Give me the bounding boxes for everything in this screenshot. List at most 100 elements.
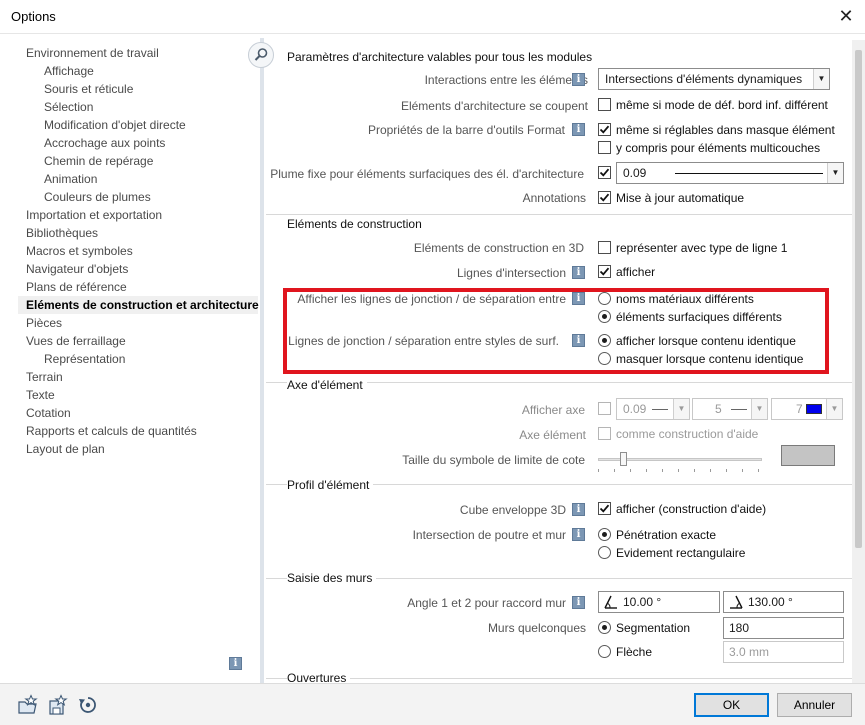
tree-item[interactable]: Souris et réticule xyxy=(18,80,258,98)
tree-item[interactable]: Texte xyxy=(18,386,258,404)
settings-panel: Paramètres d'architecture valables pour … xyxy=(266,40,852,683)
favorites-save-button[interactable] xyxy=(47,694,69,716)
el3d-label: Eléments de construction en 3D xyxy=(413,241,584,255)
options-tree: Environnement de travail Affichage Souris … xyxy=(18,44,259,674)
tree-item[interactable]: Représentation xyxy=(18,350,258,368)
info-icon[interactable]: i xyxy=(572,292,585,305)
pen-checkbox[interactable] xyxy=(598,166,611,179)
toolbar-checkbox-2[interactable] xyxy=(598,141,611,154)
tree-item[interactable]: Environnement de travail xyxy=(18,44,258,62)
beam-radio-2[interactable] xyxy=(598,546,611,559)
axis-pen-dropdown[interactable]: 0.09 ▼ xyxy=(616,398,690,420)
info-icon[interactable]: i xyxy=(572,528,585,541)
close-icon[interactable]: ✕ xyxy=(833,4,859,28)
size-color-swatch[interactable] xyxy=(781,445,835,466)
tree-item[interactable]: Pièces xyxy=(18,314,258,332)
axis-color-dropdown[interactable]: 7 ▼ xyxy=(771,398,843,420)
angle-icon xyxy=(730,595,743,609)
pen-value: 0.09 xyxy=(623,166,647,180)
segmentation-input[interactable]: 180 xyxy=(723,617,844,639)
section-header-openings: Ouvertures xyxy=(287,671,351,683)
reset-button[interactable] xyxy=(77,694,99,716)
info-icon[interactable]: i xyxy=(572,266,585,279)
angle-2-input[interactable]: 130.00 ° xyxy=(723,591,844,613)
ok-button[interactable]: OK xyxy=(694,693,769,717)
tree-item[interactable]: Macros et symboles xyxy=(18,242,258,260)
info-icon[interactable]: i xyxy=(572,334,585,347)
tree-item[interactable]: Modification d'objet directe xyxy=(18,116,258,134)
arrow-input[interactable]: 3.0 mm xyxy=(723,641,844,663)
pane-splitter[interactable] xyxy=(260,38,264,683)
chevron-down-icon: ▼ xyxy=(827,163,843,183)
tree-item[interactable]: Navigateur d'objets xyxy=(18,260,258,278)
tree-item[interactable]: Sélection xyxy=(18,98,258,116)
tree-item[interactable]: Plans de référence xyxy=(18,278,258,296)
angle-1-input[interactable]: 10.00 ° xyxy=(598,591,720,613)
panel-scrollbar[interactable] xyxy=(852,40,865,683)
toolbar-checkbox-1[interactable] xyxy=(598,123,611,136)
tree-item[interactable]: Animation xyxy=(18,170,258,188)
size-label: Taille du symbole de limite de cote xyxy=(402,453,585,467)
arrow-radio-label: Flèche xyxy=(616,645,653,659)
styles-radio-1[interactable] xyxy=(598,334,611,347)
tree-item[interactable]: Terrain xyxy=(18,368,258,386)
show-axis-checkbox[interactable] xyxy=(598,402,611,415)
info-icon[interactable]: i xyxy=(229,657,242,670)
join-label: Afficher les lignes de jonction / de sép… xyxy=(297,292,566,306)
section-header-walls: Saisie des murs xyxy=(287,571,377,585)
tree-item[interactable]: Layout de plan xyxy=(18,440,258,458)
scrollbar-thumb[interactable] xyxy=(855,50,862,548)
toolbar-checkbox-1-label: même si réglables dans masque élément xyxy=(616,123,835,137)
toolbar-label: Propriétés de la barre d'outils Format xyxy=(367,123,565,137)
axe-element-label: Axe élément xyxy=(519,428,586,442)
styles-radio-2[interactable] xyxy=(598,352,611,365)
intersect-checkbox[interactable] xyxy=(598,98,611,111)
tree-item[interactable]: Chemin de repérage xyxy=(18,152,258,170)
toolbar-checkbox-2-label: y compris pour éléments multicouches xyxy=(616,141,821,155)
tree-item[interactable]: Vues de ferraillage xyxy=(18,332,258,350)
annotations-checkbox[interactable] xyxy=(598,191,611,204)
slider-ticks xyxy=(598,469,762,472)
join-radio-2[interactable] xyxy=(598,310,611,323)
chevron-down-icon: ▼ xyxy=(813,69,829,89)
axis-line-value: 5 xyxy=(715,402,722,416)
info-icon[interactable]: i xyxy=(572,73,585,86)
slider-thumb[interactable] xyxy=(620,452,627,466)
folder-star-icon xyxy=(18,694,38,714)
angle-2-value: 130.00 ° xyxy=(748,595,793,609)
pen-label: Plume fixe pour éléments surfaciques des… xyxy=(270,167,584,181)
axis-color-value: 7 xyxy=(796,402,803,416)
tree-item[interactable]: Importation et exportation xyxy=(18,206,258,224)
axis-line-dropdown[interactable]: 5 ▼ xyxy=(692,398,768,420)
cancel-button[interactable]: Annuler xyxy=(777,693,852,717)
el3d-checkbox[interactable] xyxy=(598,241,611,254)
arrow-radio[interactable] xyxy=(598,645,611,658)
color-swatch xyxy=(806,404,822,414)
tree-item[interactable]: Bibliothèques xyxy=(18,224,258,242)
interactions-dropdown[interactable]: Intersections d'éléments dynamiques ▼ xyxy=(598,68,830,90)
styles-label: Lignes de jonction / séparation entre st… xyxy=(288,334,559,348)
join-radio-1[interactable] xyxy=(598,292,611,305)
segmentation-radio[interactable] xyxy=(598,621,611,634)
favorites-open-button[interactable] xyxy=(17,694,39,716)
beam-radio-1[interactable] xyxy=(598,528,611,541)
cube-label: Cube enveloppe 3D xyxy=(459,503,566,517)
cube-checkbox[interactable] xyxy=(598,502,611,515)
info-icon[interactable]: i xyxy=(572,123,585,136)
info-icon[interactable]: i xyxy=(572,503,585,516)
angle-icon xyxy=(604,595,617,609)
tree-item[interactable]: Couleurs de plumes xyxy=(18,188,258,206)
axe-element-checkbox[interactable] xyxy=(598,427,611,440)
size-slider[interactable] xyxy=(598,452,762,472)
tree-item[interactable]: Accrochage aux points xyxy=(18,134,258,152)
chevron-down-icon: ▼ xyxy=(673,399,689,419)
tree-item[interactable]: Rapports et calculs de quantités xyxy=(18,422,258,440)
tree-item[interactable]: Cotation xyxy=(18,404,258,422)
pen-dropdown[interactable]: 0.09 ▼ xyxy=(616,162,844,184)
info-icon[interactable]: i xyxy=(572,596,585,609)
tree-item[interactable]: Affichage xyxy=(18,62,258,80)
lines-checkbox[interactable] xyxy=(598,265,611,278)
show-axis-label: Afficher axe xyxy=(521,403,585,417)
tree-item[interactable]: Eléments de construction et architecture xyxy=(18,296,259,314)
chevron-down-icon: ▼ xyxy=(751,399,767,419)
